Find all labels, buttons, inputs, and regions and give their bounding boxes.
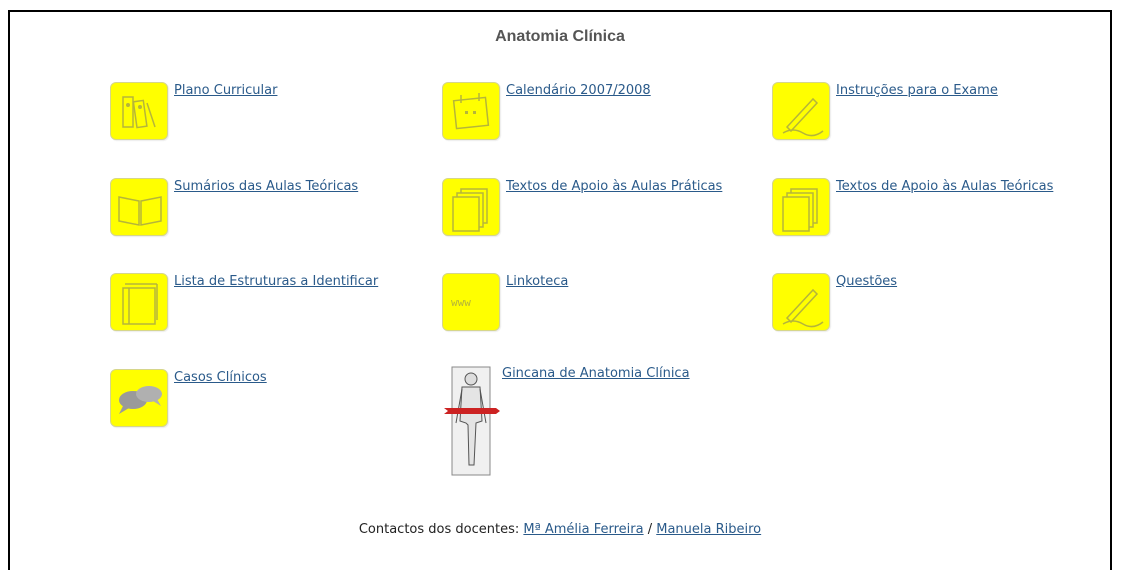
link-textos-teoricas[interactable]: Textos de Apoio às Aulas Teóricas xyxy=(836,178,1056,195)
www-icon-text: www xyxy=(451,296,471,309)
anatomy-figure-icon[interactable] xyxy=(442,365,500,477)
link-questoes[interactable]: Questões xyxy=(836,273,1096,290)
link-textos-praticas[interactable]: Textos de Apoio às Aulas Práticas xyxy=(506,178,726,195)
binders-icon[interactable] xyxy=(110,82,168,140)
footer-contacts: Contactos dos docentes: Mª Amélia Ferrei… xyxy=(10,522,1110,537)
link-instrucoes-exame[interactable]: Instruções para o Exame xyxy=(836,82,1096,99)
open-book-icon[interactable] xyxy=(110,178,168,236)
link-linkoteca[interactable]: Linkoteca xyxy=(506,273,766,290)
link-sumarios-teoricas[interactable]: Sumários das Aulas Teóricas xyxy=(174,178,434,195)
link-lista-estruturas[interactable]: Lista de Estruturas a Identificar xyxy=(174,273,434,290)
link-calendario[interactable]: Calendário 2007/2008 xyxy=(506,82,766,99)
calendar-icon[interactable] xyxy=(442,82,500,140)
link-casos-clinicos[interactable]: Casos Clínicos xyxy=(174,369,434,386)
pen-icon[interactable] xyxy=(772,82,830,140)
documents-icon[interactable] xyxy=(772,178,830,236)
link-plano-curricular[interactable]: Plano Curricular xyxy=(174,82,434,99)
page-frame: Anatomia Clínica Plano Curricular Calend xyxy=(8,10,1112,570)
link-gincana[interactable]: Gincana de Anatomia Clínica xyxy=(502,365,762,382)
documents-icon[interactable] xyxy=(442,178,500,236)
speech-bubbles-icon[interactable] xyxy=(110,369,168,427)
page-title: Anatomia Clínica xyxy=(495,28,625,45)
footer-separator: / xyxy=(643,522,657,537)
contact-link-amelia-ferreira[interactable]: Mª Amélia Ferreira xyxy=(523,522,643,537)
footer-prefix: Contactos dos docentes: xyxy=(358,522,524,537)
book-stack-icon[interactable] xyxy=(110,273,168,331)
pen-icon[interactable] xyxy=(772,273,830,331)
www-icon[interactable]: www xyxy=(442,273,500,331)
contact-link-manuela-ribeiro[interactable]: Manuela Ribeiro xyxy=(656,522,761,537)
